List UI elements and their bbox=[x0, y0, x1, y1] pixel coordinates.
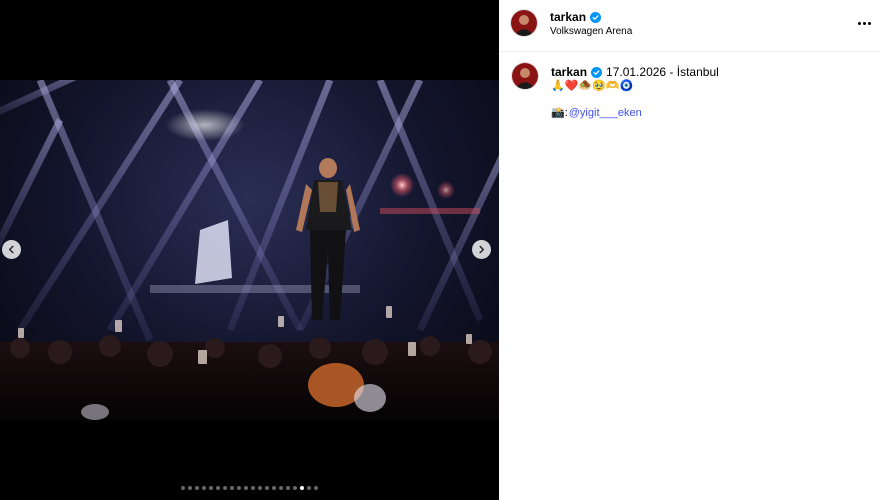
credit-prefix: 📸: bbox=[551, 107, 568, 119]
carousel-dot bbox=[195, 486, 199, 490]
carousel-dot bbox=[314, 486, 318, 490]
avatar[interactable] bbox=[511, 10, 537, 36]
carousel-dot bbox=[300, 486, 304, 490]
caption-username[interactable]: tarkan bbox=[551, 65, 587, 79]
caption-first-line: tarkan 17.01.2026 - İstanbul bbox=[551, 65, 719, 79]
carousel-dot bbox=[202, 486, 206, 490]
more-options-icon[interactable] bbox=[856, 16, 872, 30]
caption-text: 17.01.2026 - İstanbul bbox=[606, 65, 719, 79]
chevron-right-icon bbox=[479, 245, 485, 254]
avatar[interactable] bbox=[512, 63, 538, 89]
carousel-next-button[interactable] bbox=[472, 240, 491, 259]
username-link[interactable]: tarkan bbox=[550, 10, 586, 24]
header-user: tarkan bbox=[550, 10, 602, 24]
carousel-indicator bbox=[0, 486, 499, 490]
chevron-left-icon bbox=[8, 245, 14, 254]
carousel-dot bbox=[181, 486, 185, 490]
carousel-dot bbox=[244, 486, 248, 490]
carousel-dot bbox=[293, 486, 297, 490]
carousel-dot bbox=[209, 486, 213, 490]
location-link[interactable]: Volkswagen Arena bbox=[550, 26, 632, 37]
carousel-dot bbox=[272, 486, 276, 490]
carousel-prev-button[interactable] bbox=[2, 240, 21, 259]
photo-credit: 📸: @yigit___eken bbox=[551, 106, 642, 120]
verified-icon bbox=[590, 11, 602, 23]
carousel-dot bbox=[265, 486, 269, 490]
caption-emojis: 🙏❤️🧆🥹🫶🧿 bbox=[551, 80, 634, 92]
carousel-dot bbox=[237, 486, 241, 490]
verified-icon bbox=[591, 66, 603, 78]
carousel-dot bbox=[251, 486, 255, 490]
carousel-dot bbox=[258, 486, 262, 490]
post-viewer: tarkan Volkswagen Arena tarkan 17.01.202… bbox=[0, 0, 880, 500]
carousel-dot bbox=[216, 486, 220, 490]
carousel-dot bbox=[286, 486, 290, 490]
post-sidebar: tarkan Volkswagen Arena tarkan 17.01.202… bbox=[499, 0, 880, 500]
carousel-dot bbox=[307, 486, 311, 490]
media-pane bbox=[0, 0, 499, 500]
post-header: tarkan Volkswagen Arena bbox=[499, 0, 880, 52]
credit-mention-link[interactable]: @yigit___eken bbox=[569, 107, 642, 119]
carousel-dot bbox=[188, 486, 192, 490]
carousel-dot bbox=[230, 486, 234, 490]
carousel-dot bbox=[223, 486, 227, 490]
concert-photo bbox=[0, 80, 499, 420]
carousel-dot bbox=[279, 486, 283, 490]
